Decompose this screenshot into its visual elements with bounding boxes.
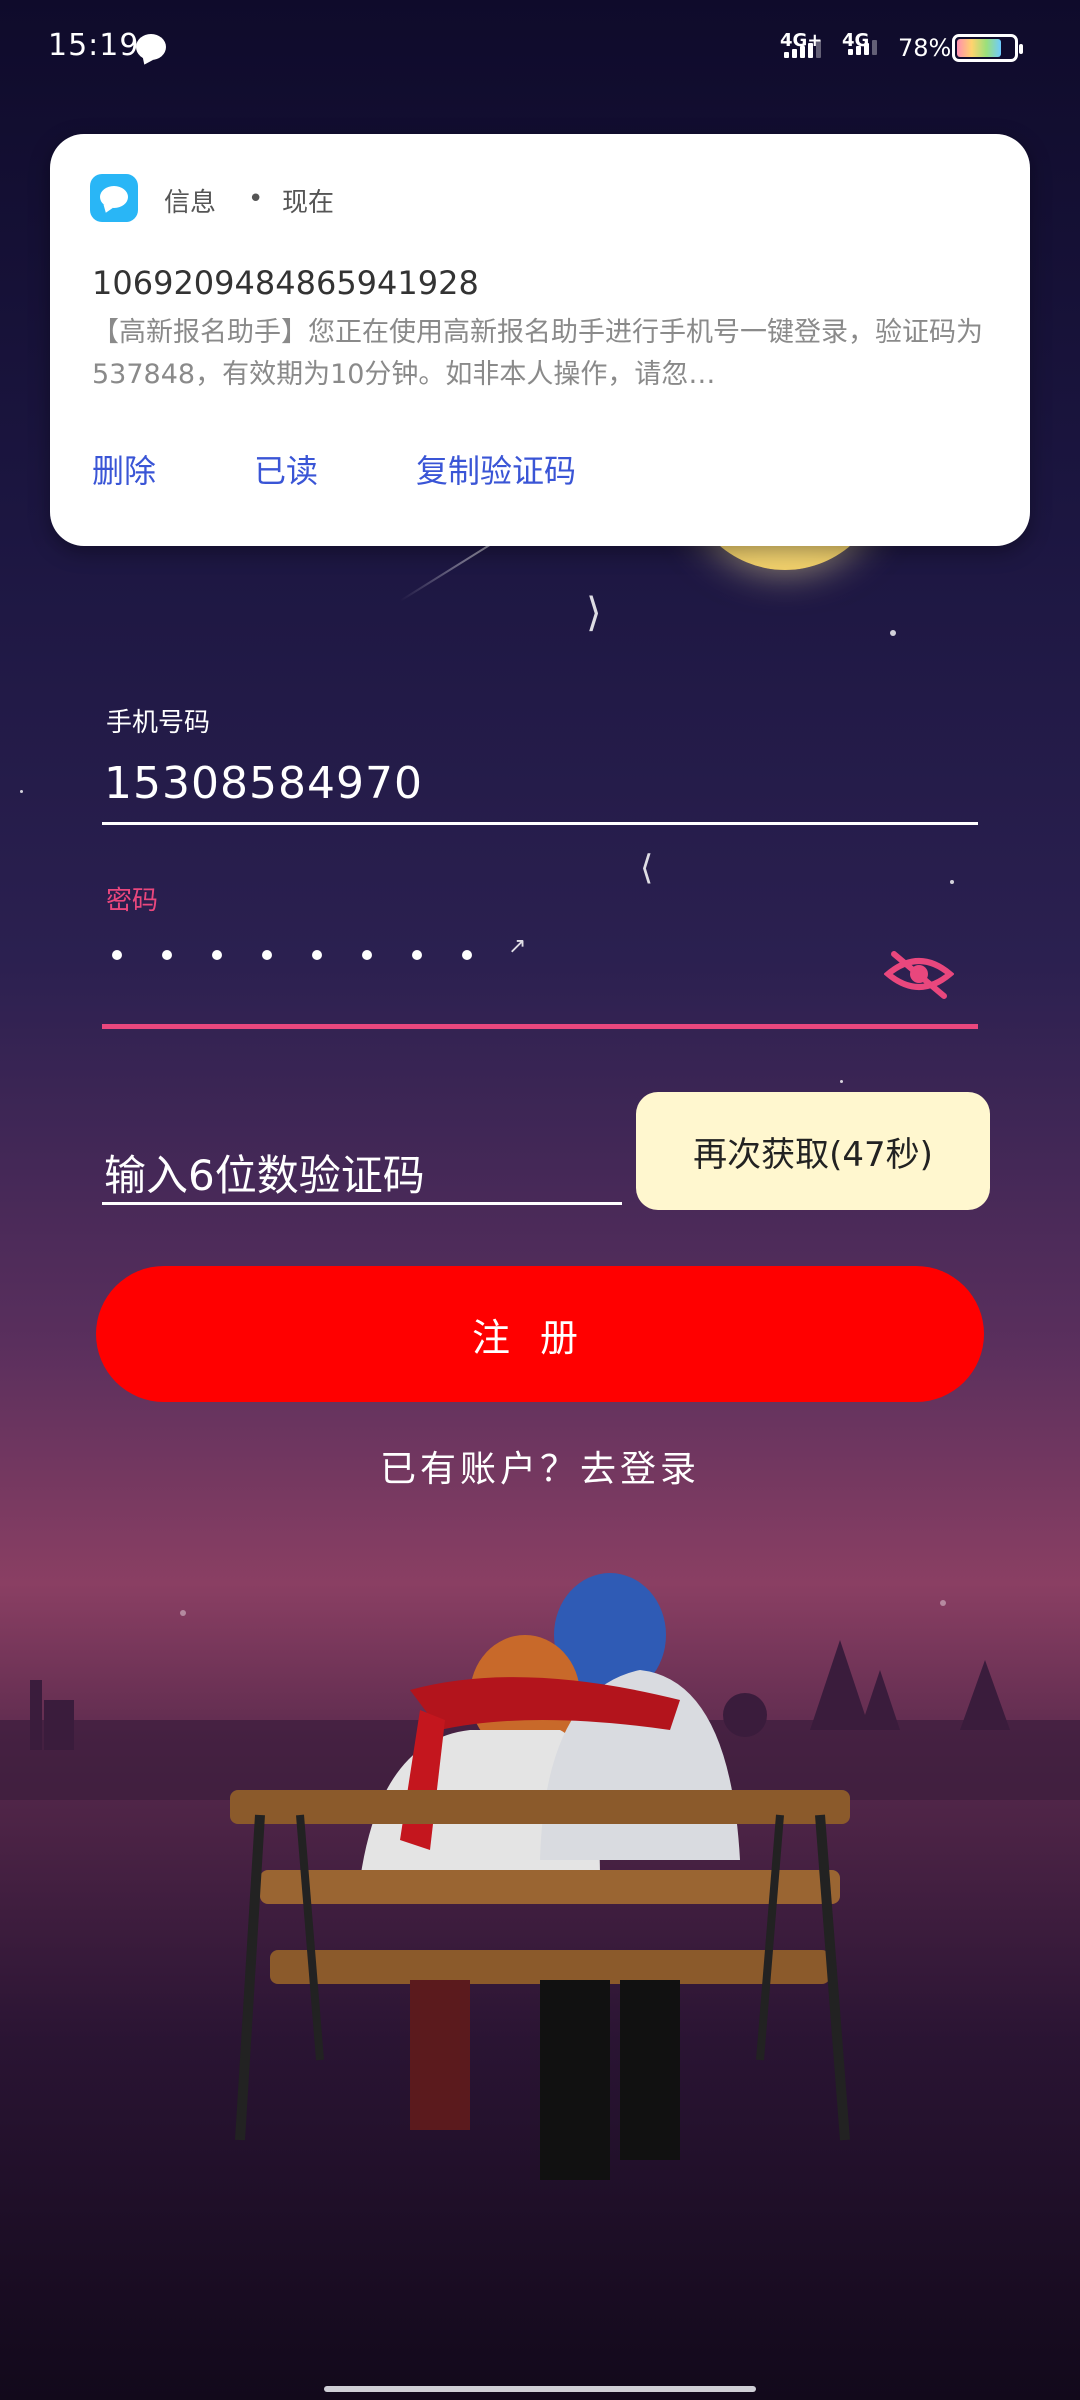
notification-separator: •	[248, 184, 264, 214]
bird-decoration: ⟩	[586, 590, 602, 636]
resend-code-button[interactable]: 再次获取(47秒)	[636, 1092, 990, 1210]
phone-underline	[102, 822, 978, 825]
password-underline	[102, 1024, 978, 1029]
verification-code-input[interactable]: 输入6位数验证码	[104, 1142, 425, 1203]
home-indicator[interactable]	[324, 2386, 756, 2392]
password-visibility-icon[interactable]	[884, 946, 954, 1002]
code-underline	[102, 1202, 622, 1205]
notification-sender: 1069209484865941928	[92, 264, 479, 302]
status-bar: 15:19 4G+ 4G 78%	[0, 0, 1080, 100]
copy-code-button[interactable]: 复制验证码	[416, 446, 576, 492]
messages-app-icon	[90, 174, 138, 222]
notification-app-name: 信息	[164, 188, 217, 218]
signal-bars-icon	[848, 40, 877, 55]
status-time: 15:19	[48, 28, 140, 63]
message-notification-icon	[136, 34, 166, 60]
phone-input[interactable]: 15308584970	[104, 758, 423, 809]
register-button[interactable]: 注册	[96, 1266, 984, 1402]
notification-body: 【高新报名助手】您正在使用高新报名助手进行手机号一键登录，验证码为537848，…	[92, 317, 983, 390]
password-input[interactable]	[112, 950, 472, 960]
mark-read-button[interactable]: 已读	[254, 446, 318, 492]
couple-bench-illustration	[0, 1573, 1080, 2180]
bird-decoration: ↗	[508, 934, 527, 959]
battery-icon	[952, 34, 1023, 62]
signal-bars-icon	[784, 40, 821, 58]
phone-label: 手机号码	[106, 708, 211, 738]
notification-time: 现在	[282, 188, 335, 218]
password-label: 密码	[106, 886, 159, 916]
sms-notification[interactable]: 信息 • 现在 1069209484865941928 【高新报名助手】您正在使…	[50, 134, 1030, 546]
bird-decoration: ⟨	[640, 848, 654, 888]
battery-percent: 78%	[898, 34, 952, 62]
go-login-link[interactable]: 已有账户？去登录	[0, 1440, 1080, 1492]
delete-button[interactable]: 删除	[92, 446, 156, 492]
